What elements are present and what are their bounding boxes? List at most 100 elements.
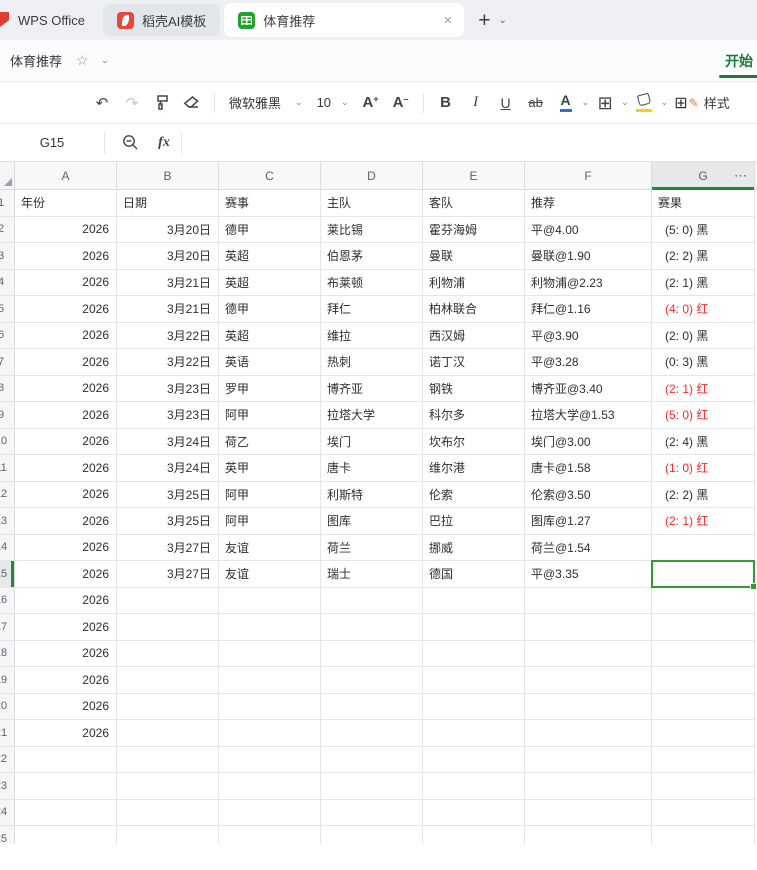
cell-C13[interactable]: 阿甲 <box>219 508 321 535</box>
cell-A8[interactable]: 2026 <box>15 375 117 402</box>
font-family-select[interactable]: 微软雅黑 ⌄ <box>223 89 309 117</box>
favorite-star-icon[interactable]: ☆ <box>76 52 89 69</box>
cell-E15[interactable]: 德国 <box>423 561 525 588</box>
cell-G20[interactable] <box>652 693 755 720</box>
cell-B15[interactable]: 3月27日 <box>117 561 219 588</box>
row-header-16[interactable]: 16 <box>0 587 15 614</box>
cell-E3[interactable]: 曼联 <box>423 243 525 270</box>
cell-F20[interactable] <box>525 693 652 720</box>
cell-A25[interactable] <box>15 826 117 844</box>
zoom-out-magnifier-icon[interactable] <box>113 134 147 151</box>
cell-D6[interactable]: 维拉 <box>321 322 423 349</box>
cell-E20[interactable] <box>423 693 525 720</box>
cell-B7[interactable]: 3月22日 <box>117 349 219 376</box>
row-header-1[interactable]: 1 <box>0 190 15 217</box>
row-header-11[interactable]: 11 <box>0 455 15 482</box>
cell-F3[interactable]: 曼联@1.90 <box>525 243 652 270</box>
cell-C25[interactable] <box>219 826 321 844</box>
cell-B12[interactable]: 3月25日 <box>117 481 219 508</box>
cell-E10[interactable]: 坎布尔 <box>423 428 525 455</box>
cell-F22[interactable] <box>525 746 652 773</box>
cell-E4[interactable]: 利物浦 <box>423 269 525 296</box>
cell-E22[interactable] <box>423 746 525 773</box>
cell-G1[interactable]: 赛果 <box>652 190 755 217</box>
cell-D17[interactable] <box>321 614 423 641</box>
decrease-font-button[interactable]: A – <box>387 89 415 117</box>
italic-button[interactable]: I <box>462 89 490 117</box>
cell-A2[interactable]: 2026 <box>15 216 117 243</box>
row-header-4[interactable]: 4 <box>0 269 15 296</box>
tab-list-chevron-icon[interactable]: ⌄ <box>499 15 507 26</box>
cell-B22[interactable] <box>117 746 219 773</box>
cell-D4[interactable]: 布莱顿 <box>321 269 423 296</box>
cell-G9[interactable]: (5: 0) 红 <box>652 402 755 429</box>
cell-A21[interactable]: 2026 <box>15 720 117 747</box>
cell-G14[interactable] <box>652 534 755 561</box>
cell-C12[interactable]: 阿甲 <box>219 481 321 508</box>
cell-B4[interactable]: 3月21日 <box>117 269 219 296</box>
font-size-select[interactable]: 10 ⌄ <box>311 89 355 117</box>
cell-A23[interactable] <box>15 773 117 800</box>
cell-C16[interactable] <box>219 587 321 614</box>
underline-button[interactable]: U <box>492 89 520 117</box>
cell-D20[interactable] <box>321 693 423 720</box>
row-header-21[interactable]: 21 <box>0 720 15 747</box>
cell-E11[interactable]: 维尔港 <box>423 455 525 482</box>
cell-B25[interactable] <box>117 826 219 844</box>
cell-G8[interactable]: (2: 1) 红 <box>652 375 755 402</box>
cell-D22[interactable] <box>321 746 423 773</box>
cell-G3[interactable]: (2: 2) 黑 <box>652 243 755 270</box>
cell-G21[interactable] <box>652 720 755 747</box>
cell-G23[interactable] <box>652 773 755 800</box>
column-header-A[interactable]: A <box>15 162 117 189</box>
cell-G25[interactable] <box>652 826 755 844</box>
cell-C19[interactable] <box>219 667 321 694</box>
cell-E14[interactable]: 挪威 <box>423 534 525 561</box>
more-columns-icon[interactable]: ⋯ <box>734 168 748 184</box>
cell-B9[interactable]: 3月23日 <box>117 402 219 429</box>
cell-styles-button[interactable]: ⊞ ✎ 样式 <box>670 93 733 113</box>
cell-A12[interactable]: 2026 <box>15 481 117 508</box>
cell-A19[interactable]: 2026 <box>15 667 117 694</box>
font-color-button[interactable]: A <box>552 89 580 117</box>
row-header-8[interactable]: 8 <box>0 375 15 402</box>
insert-function-button[interactable]: fx <box>147 135 181 151</box>
cell-G19[interactable] <box>652 667 755 694</box>
row-header-19[interactable]: 19 <box>0 667 15 694</box>
cell-E13[interactable]: 巴拉 <box>423 508 525 535</box>
cell-D14[interactable]: 荷兰 <box>321 534 423 561</box>
cell-C9[interactable]: 阿甲 <box>219 402 321 429</box>
cell-B10[interactable]: 3月24日 <box>117 428 219 455</box>
cell-B16[interactable] <box>117 587 219 614</box>
cell-C23[interactable] <box>219 773 321 800</box>
cell-E25[interactable] <box>423 826 525 844</box>
cell-F4[interactable]: 利物浦@2.23 <box>525 269 652 296</box>
cell-B8[interactable]: 3月23日 <box>117 375 219 402</box>
cell-D25[interactable] <box>321 826 423 844</box>
format-painter-icon[interactable] <box>148 89 176 117</box>
cell-B2[interactable]: 3月20日 <box>117 216 219 243</box>
cell-G15[interactable] <box>652 561 755 588</box>
cell-E23[interactable] <box>423 773 525 800</box>
cell-A16[interactable]: 2026 <box>15 587 117 614</box>
cell-C11[interactable]: 英甲 <box>219 455 321 482</box>
cell-F7[interactable]: 平@3.28 <box>525 349 652 376</box>
column-header-F[interactable]: F <box>525 162 652 189</box>
cell-C18[interactable] <box>219 640 321 667</box>
cell-F2[interactable]: 平@4.00 <box>525 216 652 243</box>
cell-E6[interactable]: 西汉姆 <box>423 322 525 349</box>
row-header-20[interactable]: 20 <box>0 693 15 720</box>
cell-F25[interactable] <box>525 826 652 844</box>
row-header-17[interactable]: 17 <box>0 614 15 641</box>
cell-F19[interactable] <box>525 667 652 694</box>
cell-E8[interactable]: 钢铁 <box>423 375 525 402</box>
cell-C6[interactable]: 英超 <box>219 322 321 349</box>
cell-D21[interactable] <box>321 720 423 747</box>
cell-C14[interactable]: 友谊 <box>219 534 321 561</box>
cell-G24[interactable] <box>652 799 755 826</box>
row-header-22[interactable]: 22 <box>0 746 15 773</box>
row-header-14[interactable]: 14 <box>0 534 15 561</box>
cell-F16[interactable] <box>525 587 652 614</box>
column-header-G[interactable]: G ⋯ <box>652 162 755 190</box>
cell-B14[interactable]: 3月27日 <box>117 534 219 561</box>
